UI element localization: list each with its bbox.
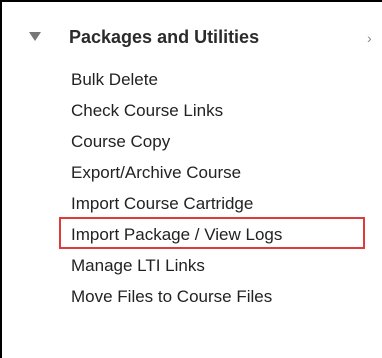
- menu-item-course-copy[interactable]: Course Copy: [2, 126, 382, 157]
- menu-item-move-files-to-course-files[interactable]: Move Files to Course Files: [2, 281, 382, 312]
- packages-utilities-panel: Packages and Utilities › Bulk Delete Che…: [0, 0, 382, 358]
- section-title[interactable]: Packages and Utilities: [69, 27, 259, 48]
- menu-item-check-course-links[interactable]: Check Course Links: [2, 95, 382, 126]
- menu-list: Bulk Delete Check Course Links Course Co…: [2, 64, 382, 312]
- chevron-right-icon[interactable]: ›: [367, 30, 372, 46]
- section-header[interactable]: Packages and Utilities ›: [2, 22, 382, 58]
- menu-item-manage-lti-links[interactable]: Manage LTI Links: [2, 250, 382, 281]
- menu-item-import-package-view-logs[interactable]: Import Package / View Logs: [2, 217, 382, 250]
- menu-item-bulk-delete[interactable]: Bulk Delete: [2, 64, 382, 95]
- triangle-down-icon[interactable]: [29, 32, 41, 41]
- menu-item-import-course-cartridge[interactable]: Import Course Cartridge: [2, 188, 382, 219]
- menu-item-export-archive-course[interactable]: Export/Archive Course: [2, 157, 382, 188]
